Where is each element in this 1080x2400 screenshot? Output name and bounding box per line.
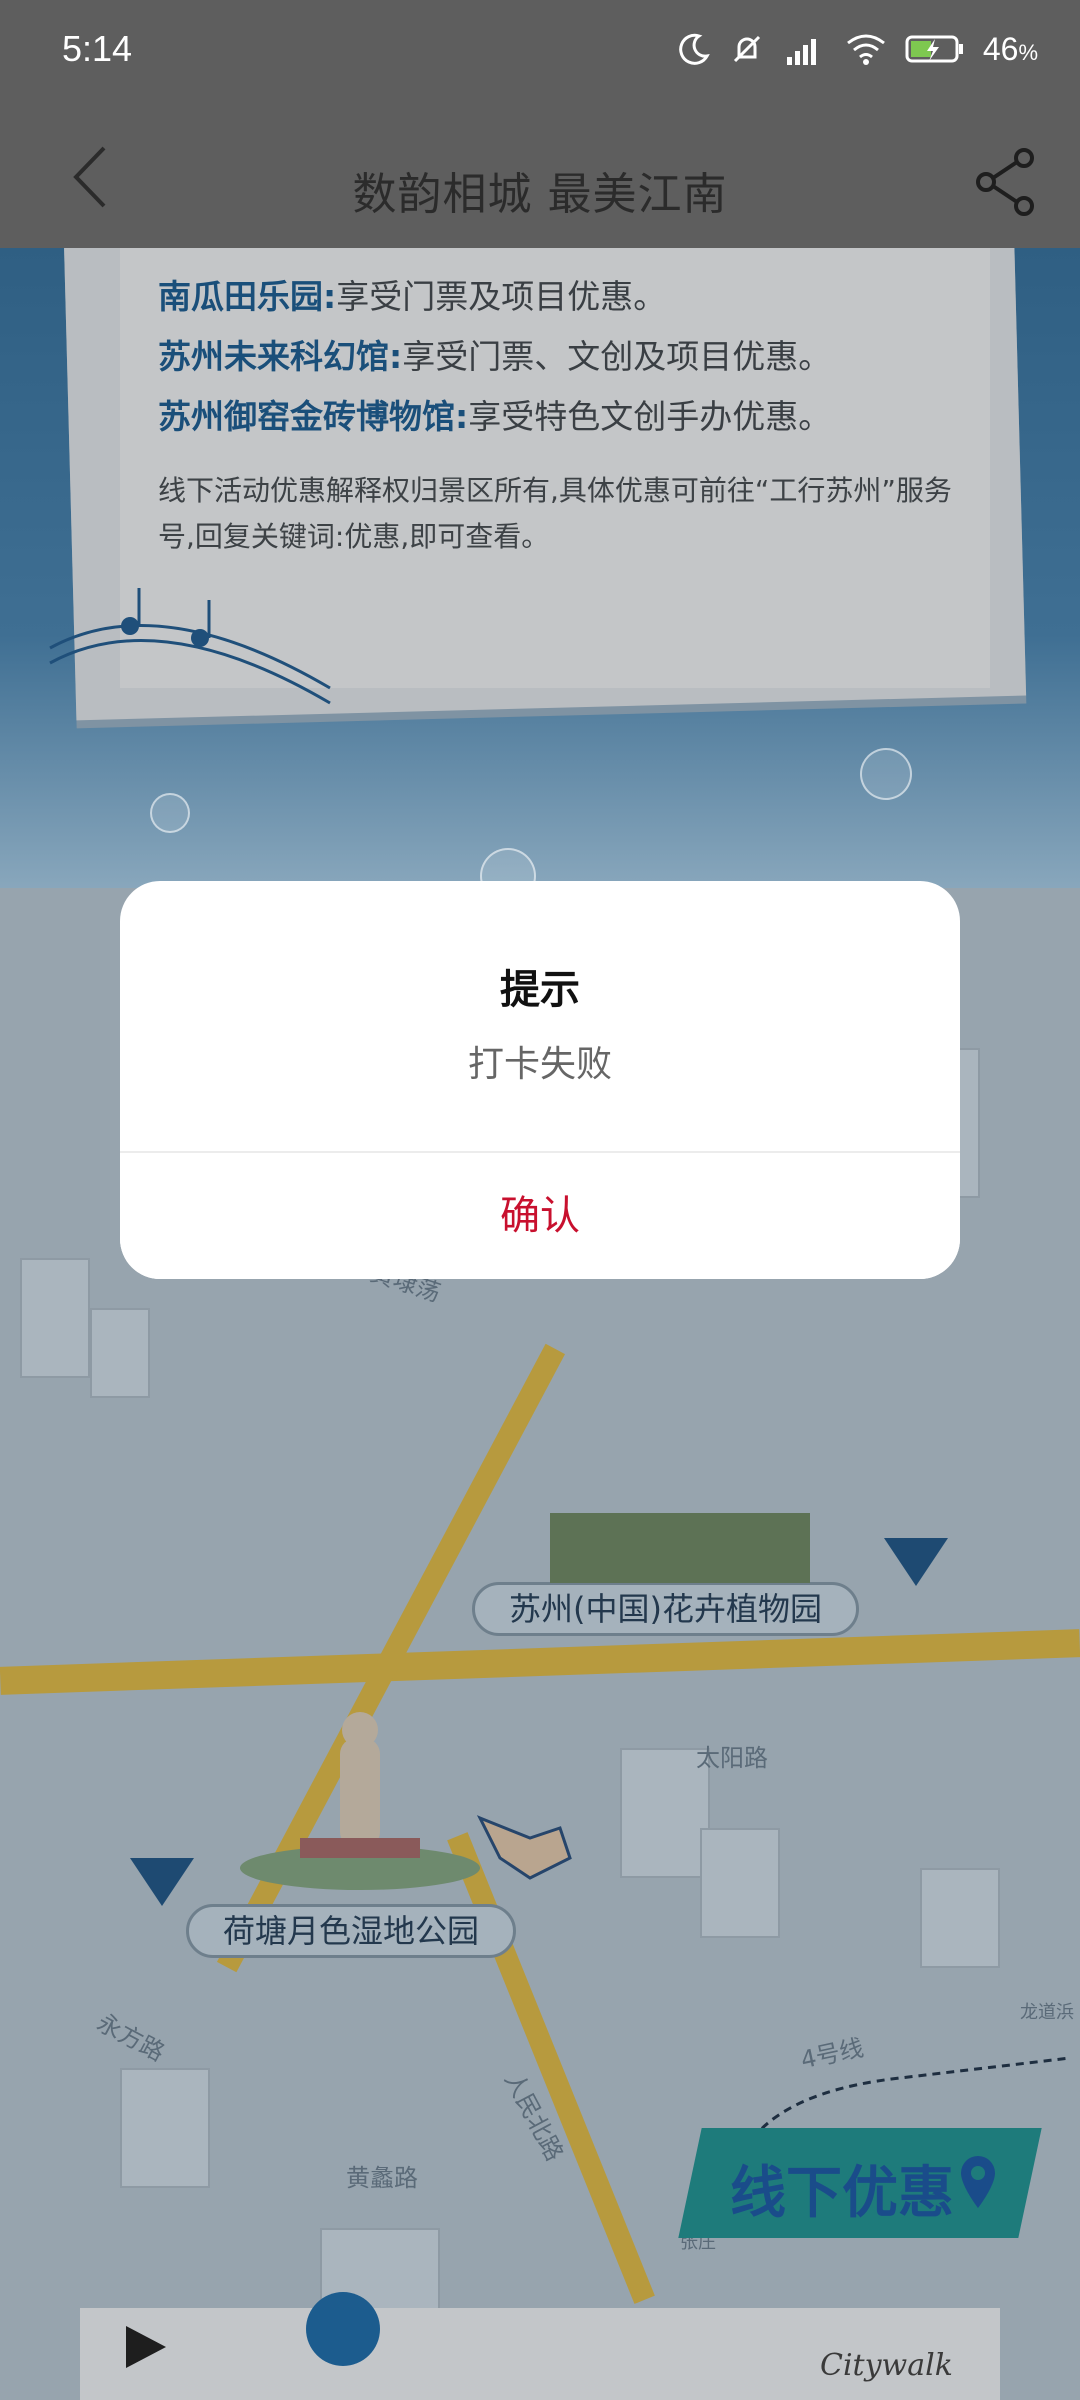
dialog-title: 提示 [500,967,580,1013]
poi-botanical-garden[interactable]: 苏州(中国)花卉植物园 [472,1582,859,1636]
road [447,1832,655,2304]
bubble [860,748,912,800]
confirm-button[interactable]: 确认 [120,1153,960,1279]
poi-wetland-park[interactable]: 荷塘月色湿地公园 [186,1904,517,1958]
header: 数韵相城 最美江南 [0,100,1080,248]
page-title: 数韵相城 最美江南 [352,169,728,220]
status-bar: 5:14 46% [0,0,1080,100]
dialog-message: 打卡失败 [467,1044,612,1085]
battery-percentage: 46% [982,30,1038,67]
progress-knob[interactable] [306,2292,380,2366]
battery-charging-icon [905,35,963,63]
map-pin-icon[interactable] [130,1858,194,1906]
building [700,1828,780,1938]
alert-dialog: 提示 打卡失败 确认 [120,881,960,1279]
park-photo [550,1513,810,1583]
notice-item: 南瓜田乐园:享受门票及项目优惠。 [158,277,667,316]
hand-pointer-icon [476,1815,572,1880]
status-time: 5:14 [62,28,133,69]
hd-signal-icon [786,39,816,65]
silent-bell-icon [733,35,760,63]
moon-icon [679,33,710,65]
location-pin-icon [961,2156,995,2208]
building [120,2068,210,2188]
citywalk-brand: Citywalk [820,2348,953,2383]
offline-offers-label[interactable]: 线下优惠 [730,2148,954,2229]
building [20,1258,90,1378]
share-icon [976,148,1034,216]
map-label: 永方路 [92,2008,170,2067]
share-button[interactable] [974,146,1038,216]
status-icons: 46% [677,24,1038,74]
road [0,1629,1080,1695]
map-label: 黄蠡路 [346,2164,418,2192]
map-label: 太阳路 [696,1744,768,1772]
map-pin-icon[interactable] [884,1538,948,1586]
notice-item: 苏州未来科幻馆:享受门票、文创及项目优惠。 [158,337,832,376]
wifi-icon [846,34,885,65]
statue-icon [240,1712,480,1890]
music-notes-icon [49,588,331,705]
play-icon[interactable] [120,2322,170,2372]
page-content: 南瓜田乐园:享受门票及项目优惠。 苏州未来科幻馆:享受门票、文创及项目优惠。 苏… [0,248,1080,2400]
building [90,1308,150,1398]
notice-item: 苏州御窑金砖博物馆:享受特色文创手办优惠。 [158,397,832,436]
building [920,1868,1000,1968]
bubble [150,793,190,833]
